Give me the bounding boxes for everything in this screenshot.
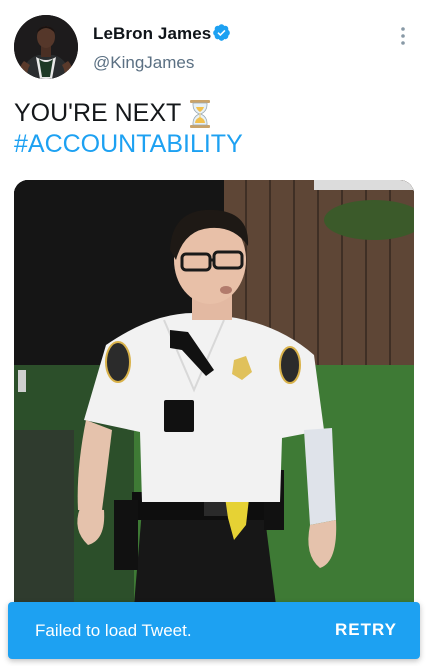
tweet-text-line: YOU'RE NEXT <box>14 99 182 127</box>
verified-badge-icon <box>213 24 230 41</box>
retry-button[interactable]: RETRY <box>335 620 397 640</box>
hashtag-link[interactable]: #ACCOUNTABILITY <box>14 130 243 158</box>
video-still <box>14 180 414 605</box>
more-vertical-icon[interactable] <box>396 24 410 48</box>
hourglass-icon <box>190 99 211 128</box>
avatar-photo <box>14 15 78 79</box>
error-toast: Failed to load Tweet. RETRY <box>8 602 420 659</box>
tweet-media[interactable] <box>14 180 414 605</box>
avatar[interactable] <box>14 15 78 79</box>
tweet-header: LeBron James @KingJames <box>0 0 428 90</box>
toast-message: Failed to load Tweet. <box>35 621 192 640</box>
author-handle[interactable]: @KingJames <box>93 53 194 73</box>
tweet-text: YOU'RE NEXT #ACCOUNTABILITY <box>14 98 414 160</box>
author-display-name[interactable]: LeBron James <box>93 24 211 44</box>
